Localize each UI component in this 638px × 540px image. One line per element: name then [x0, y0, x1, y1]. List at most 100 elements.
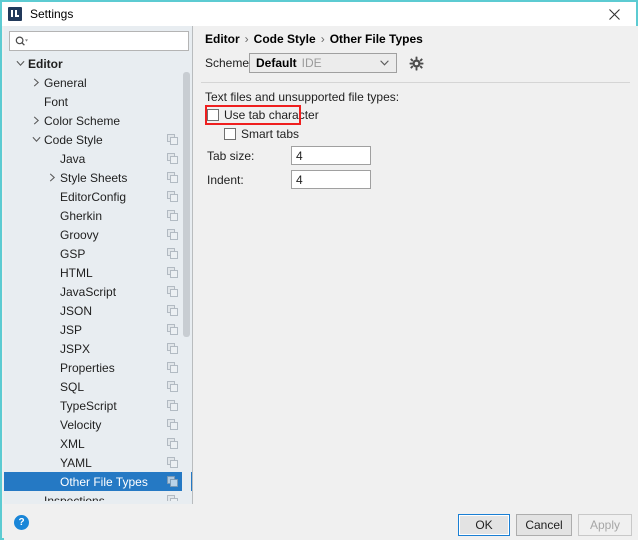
- sidebar-item-label: Properties: [60, 360, 115, 375]
- copy-scheme-icon: [167, 324, 178, 335]
- breadcrumb: Editor › Code Style › Other File Types: [205, 32, 423, 46]
- sidebar-item-editorconfig[interactable]: EditorConfig: [4, 187, 192, 206]
- sidebar-item-typescript[interactable]: TypeScript: [4, 396, 192, 415]
- copy-scheme-icon: [167, 400, 178, 411]
- sidebar-item-label: GSP: [60, 246, 86, 261]
- copy-scheme-icon: [167, 476, 178, 487]
- sidebar-item-label: JSPX: [60, 341, 91, 356]
- copy-scheme-icon: [167, 457, 178, 468]
- chevron-down-icon[interactable]: [30, 130, 42, 149]
- indent-label: Indent:: [207, 172, 244, 187]
- sidebar-item-properties[interactable]: Properties: [4, 358, 192, 377]
- sidebar-scrollbar[interactable]: [182, 54, 191, 501]
- copy-scheme-icon: [167, 438, 178, 449]
- copy-scheme-icon: [167, 172, 178, 183]
- search-icon: [15, 36, 28, 47]
- sidebar-item-label: Inspections: [44, 493, 105, 502]
- checkbox-box: [224, 128, 236, 140]
- search-field[interactable]: [9, 31, 189, 51]
- sidebar-item-label: Gherkin: [60, 208, 103, 223]
- sidebar-item-html[interactable]: HTML: [4, 263, 192, 282]
- chevron-right-icon[interactable]: [46, 168, 58, 187]
- checkbox-label: Smart tabs: [241, 127, 300, 141]
- copy-scheme-icon: [167, 229, 178, 240]
- sidebar-item-label: JavaScript: [60, 284, 117, 299]
- gear-icon[interactable]: [408, 55, 424, 71]
- breadcrumb-item[interactable]: Code Style: [254, 32, 316, 46]
- copy-scheme-icon: [167, 362, 178, 373]
- sidebar-item-general[interactable]: General: [4, 73, 192, 92]
- copy-scheme-icon: [167, 267, 178, 278]
- sidebar-item-color-scheme[interactable]: Color Scheme: [4, 111, 192, 130]
- scheme-select[interactable]: Default IDE: [249, 53, 397, 73]
- copy-scheme-icon: [167, 191, 178, 202]
- tab-size-row: Tab size:: [207, 146, 371, 165]
- sidebar-item-label: SQL: [60, 379, 85, 394]
- sidebar-item-label: Color Scheme: [44, 113, 121, 128]
- sidebar-item-label: General: [44, 75, 87, 90]
- tab-size-label: Tab size:: [207, 148, 255, 163]
- window-title: Settings: [30, 7, 74, 21]
- sidebar-item-label: JSON: [60, 303, 93, 318]
- indent-input[interactable]: [291, 170, 371, 189]
- sidebar-item-label: YAML: [60, 455, 92, 470]
- sidebar-item-label: Code Style: [44, 132, 103, 147]
- sidebar-item-xml[interactable]: XML: [4, 434, 192, 453]
- settings-dialog: Settings Editor General Font Color Scheme Co…: [0, 0, 638, 540]
- close-icon[interactable]: [592, 2, 636, 26]
- sidebar-item-label: Java: [60, 151, 86, 166]
- sidebar-item-font[interactable]: Font: [4, 92, 192, 111]
- sidebar-item-gherkin[interactable]: Gherkin: [4, 206, 192, 225]
- sidebar-item-label: JSP: [60, 322, 83, 337]
- copy-scheme-icon: [167, 153, 178, 164]
- sidebar-item-sql[interactable]: SQL: [4, 377, 192, 396]
- sidebar-item-groovy[interactable]: Groovy: [4, 225, 192, 244]
- sidebar-scrollbar-thumb[interactable]: [183, 72, 190, 337]
- sidebar-item-label: TypeScript: [60, 398, 117, 413]
- chevron-right-icon[interactable]: [30, 111, 42, 130]
- chevron-right-icon[interactable]: [30, 73, 42, 92]
- sidebar-item-editor[interactable]: Editor: [4, 54, 192, 73]
- sidebar-item-yaml[interactable]: YAML: [4, 453, 192, 472]
- copy-scheme-icon: [167, 495, 178, 501]
- use-tab-character-checkbox[interactable]: Use tab character: [207, 108, 319, 122]
- sidebar-item-label: Other File Types: [60, 474, 148, 489]
- sidebar-item-inspections[interactable]: Inspections: [4, 491, 192, 501]
- section-label: Text files and unsupported file types:: [205, 90, 400, 104]
- sidebar-item-gsp[interactable]: GSP: [4, 244, 192, 263]
- intellij-logo-icon: [8, 7, 22, 21]
- sidebar-item-jsp[interactable]: JSP: [4, 320, 192, 339]
- sidebar-item-style-sheets[interactable]: Style Sheets: [4, 168, 192, 187]
- copy-scheme-icon: [167, 419, 178, 430]
- sidebar-item-code-style[interactable]: Code Style: [4, 130, 192, 149]
- ok-button[interactable]: OK: [458, 514, 510, 536]
- sidebar-item-label: XML: [60, 436, 85, 451]
- sidebar-item-java[interactable]: Java: [4, 149, 192, 168]
- sidebar-item-label: Editor: [28, 56, 63, 71]
- sidebar-item-velocity[interactable]: Velocity: [4, 415, 192, 434]
- sidebar-item-javascript[interactable]: JavaScript: [4, 282, 192, 301]
- scheme-scope-label: IDE: [301, 56, 322, 70]
- copy-scheme-icon: [167, 134, 178, 145]
- tab-size-input[interactable]: [291, 146, 371, 165]
- help-icon[interactable]: ?: [14, 515, 29, 530]
- breadcrumb-separator: ›: [244, 32, 249, 46]
- smart-tabs-checkbox[interactable]: Smart tabs: [224, 127, 299, 141]
- scheme-selected-value: Default: [256, 56, 297, 70]
- sidebar-item-jspx[interactable]: JSPX: [4, 339, 192, 358]
- copy-scheme-icon: [167, 305, 178, 316]
- cancel-button[interactable]: Cancel: [516, 514, 572, 536]
- chevron-down-icon[interactable]: [14, 54, 26, 73]
- title-bar: Settings: [2, 2, 636, 26]
- sidebar-item-label: Groovy: [60, 227, 99, 242]
- sidebar-item-label: EditorConfig: [60, 189, 127, 204]
- settings-tree: Editor General Font Color Scheme Code Style J…: [4, 54, 192, 501]
- search-input[interactable]: [31, 34, 171, 48]
- breadcrumb-item[interactable]: Editor: [205, 32, 240, 46]
- dialog-footer: ? OK Cancel Apply: [4, 504, 638, 540]
- checkbox-box: [207, 109, 219, 121]
- sidebar-item-other-file-types[interactable]: Other File Types: [4, 472, 192, 491]
- sidebar-item-label: Font: [44, 94, 69, 109]
- sidebar-item-label: HTML: [60, 265, 93, 280]
- sidebar-item-json[interactable]: JSON: [4, 301, 192, 320]
